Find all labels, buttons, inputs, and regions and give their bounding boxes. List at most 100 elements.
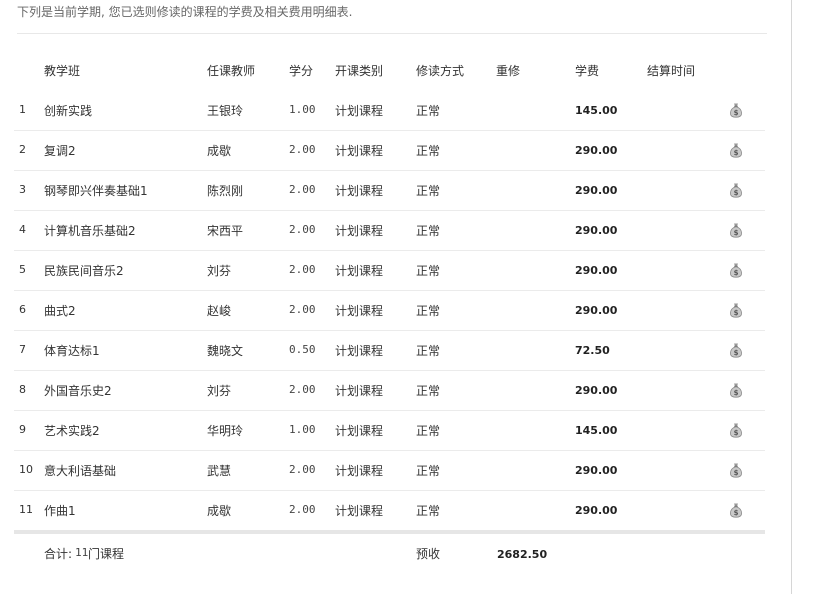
money-bag-icon[interactable]: $ xyxy=(728,262,744,278)
table-row: 10 意大利语基础 武慧 2.00 计划课程 正常 290.00 $ xyxy=(0,451,833,491)
table-row: 4 计算机音乐基础2 宋西平 2.00 计划课程 正常 290.00 $ xyxy=(0,211,833,251)
teacher-name: 刘芬 xyxy=(207,384,232,398)
course-type: 计划课程 xyxy=(335,424,384,438)
table-row: 3 钢琴即兴伴奏基础1 陈烈刚 2.00 计划课程 正常 290.00 $ xyxy=(0,171,833,211)
credit-value: 2.00 xyxy=(289,503,316,516)
credit-value: 2.00 xyxy=(289,303,316,316)
svg-text:$: $ xyxy=(734,149,739,157)
fee-amount: 290.00 xyxy=(575,264,618,277)
prepay-label: 预收 xyxy=(416,547,441,561)
money-bag-icon[interactable]: $ xyxy=(728,502,744,518)
study-mode: 正常 xyxy=(416,224,441,238)
course-name: 作曲1 xyxy=(44,504,76,518)
course-name: 体育达标1 xyxy=(44,344,100,358)
course-name: 艺术实践2 xyxy=(44,424,100,438)
money-bag-icon[interactable]: $ xyxy=(728,382,744,398)
fee-amount: 290.00 xyxy=(575,384,618,397)
study-mode: 正常 xyxy=(416,464,441,478)
credit-value: 1.00 xyxy=(289,423,316,436)
svg-text:$: $ xyxy=(734,109,739,117)
study-mode: 正常 xyxy=(416,424,441,438)
page-intro: 下列是当前学期, 您已选则修读的课程的学费及相关费用明细表. xyxy=(17,5,353,19)
svg-text:$: $ xyxy=(734,429,739,437)
course-type: 计划课程 xyxy=(335,104,384,118)
fee-amount: 290.00 xyxy=(575,144,618,157)
teacher-name: 宋西平 xyxy=(207,224,244,238)
table-row: 2 复调2 成歇 2.00 计划课程 正常 290.00 $ xyxy=(0,131,833,171)
row-index: 10 xyxy=(19,463,33,476)
credit-value: 2.00 xyxy=(289,263,316,276)
total-suffix: 门课程 xyxy=(88,547,125,561)
study-mode: 正常 xyxy=(416,184,441,198)
row-index: 1 xyxy=(19,103,26,116)
course-type: 计划课程 xyxy=(335,504,384,518)
divider xyxy=(17,33,767,34)
fee-amount: 290.00 xyxy=(575,224,618,237)
study-mode: 正常 xyxy=(416,384,441,398)
row-index: 4 xyxy=(19,223,26,236)
course-type: 计划课程 xyxy=(335,264,384,278)
study-mode: 正常 xyxy=(416,144,441,158)
credit-value: 2.00 xyxy=(289,183,316,196)
credit-value: 0.50 xyxy=(289,343,316,356)
total-count: 11 xyxy=(75,546,89,559)
svg-text:$: $ xyxy=(734,269,739,277)
money-bag-icon[interactable]: $ xyxy=(728,342,744,358)
money-bag-icon[interactable]: $ xyxy=(728,222,744,238)
table-row: 8 外国音乐史2 刘芬 2.00 计划课程 正常 290.00 $ xyxy=(0,371,833,411)
fee-amount: 72.50 xyxy=(575,344,610,357)
header-mode: 修读方式 xyxy=(416,64,465,78)
table-header: 教学班 任课教师 学分 开课类别 修读方式 重修 学费 结算时间 xyxy=(0,62,833,82)
course-name: 外国音乐史2 xyxy=(44,384,112,398)
row-index: 8 xyxy=(19,383,26,396)
course-name: 钢琴即兴伴奏基础1 xyxy=(44,184,148,198)
row-index: 2 xyxy=(19,143,26,156)
fee-amount: 145.00 xyxy=(575,424,618,437)
money-bag-icon[interactable]: $ xyxy=(728,302,744,318)
row-index: 11 xyxy=(19,503,33,516)
teacher-name: 刘芬 xyxy=(207,264,232,278)
row-index: 3 xyxy=(19,183,26,196)
course-type: 计划课程 xyxy=(335,464,384,478)
row-index: 5 xyxy=(19,263,26,276)
svg-text:$: $ xyxy=(734,389,739,397)
svg-text:$: $ xyxy=(734,509,739,517)
total-label: 合计: xyxy=(44,547,73,561)
money-bag-icon[interactable]: $ xyxy=(728,462,744,478)
fee-amount: 290.00 xyxy=(575,464,618,477)
table-row: 7 体育达标1 魏晓文 0.50 计划课程 正常 72.50 $ xyxy=(0,331,833,371)
credit-value: 2.00 xyxy=(289,463,316,476)
fee-amount: 290.00 xyxy=(575,504,618,517)
svg-text:$: $ xyxy=(734,469,739,477)
credit-value: 2.00 xyxy=(289,143,316,156)
money-bag-icon[interactable]: $ xyxy=(728,102,744,118)
table-row: 11 作曲1 成歇 2.00 计划课程 正常 290.00 $ xyxy=(0,491,833,531)
course-name: 民族民间音乐2 xyxy=(44,264,124,278)
teacher-name: 武慧 xyxy=(207,464,232,478)
svg-text:$: $ xyxy=(734,229,739,237)
fee-amount: 290.00 xyxy=(575,184,618,197)
teacher-name: 魏晓文 xyxy=(207,344,244,358)
prepay-amount: 2682.50 xyxy=(497,548,548,561)
study-mode: 正常 xyxy=(416,344,441,358)
course-type: 计划课程 xyxy=(335,384,384,398)
credit-value: 2.00 xyxy=(289,383,316,396)
header-type: 开课类别 xyxy=(335,64,384,78)
svg-text:$: $ xyxy=(734,349,739,357)
fee-amount: 145.00 xyxy=(575,104,618,117)
study-mode: 正常 xyxy=(416,104,441,118)
course-type: 计划课程 xyxy=(335,344,384,358)
money-bag-icon[interactable]: $ xyxy=(728,422,744,438)
svg-text:$: $ xyxy=(734,309,739,317)
course-type: 计划课程 xyxy=(335,144,384,158)
header-credit: 学分 xyxy=(289,64,314,78)
money-bag-icon[interactable]: $ xyxy=(728,142,744,158)
table-footer-divider xyxy=(14,530,765,534)
header-fee: 学费 xyxy=(575,64,600,78)
teacher-name: 赵峻 xyxy=(207,304,232,318)
money-bag-icon[interactable]: $ xyxy=(728,182,744,198)
course-name: 创新实践 xyxy=(44,104,93,118)
table-row: 1 创新实践 王银玲 1.00 计划课程 正常 145.00 $ xyxy=(0,91,833,131)
credit-value: 1.00 xyxy=(289,103,316,116)
teacher-name: 华明玲 xyxy=(207,424,244,438)
